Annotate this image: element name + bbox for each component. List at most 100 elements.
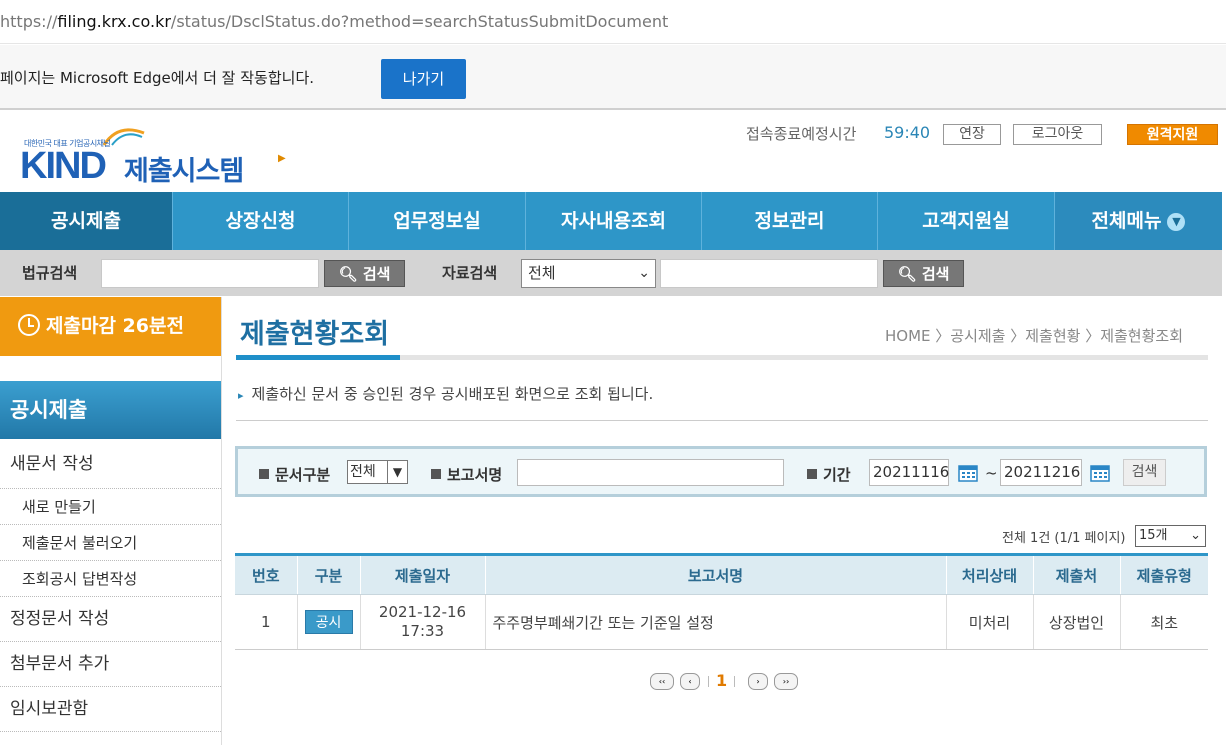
bullet-icon bbox=[431, 469, 441, 479]
data-search-select[interactable]: 전체 ⌄ bbox=[521, 259, 656, 288]
deadline-text: 제출마감 26분전 bbox=[46, 315, 184, 337]
title-underline-accent bbox=[236, 355, 400, 360]
results-table: 번호 구분 제출일자 보고서명 처리상태 제출처 제출유형 1 공시 2021-… bbox=[235, 553, 1208, 650]
prev-page-button[interactable]: ‹ bbox=[680, 673, 700, 690]
exit-button[interactable]: 나가기 bbox=[381, 59, 466, 99]
session-timer-label: 접속종료예정시간 bbox=[746, 125, 857, 143]
logo-arrow-icon: ▶ bbox=[278, 153, 286, 164]
chevron-down-icon: ▼ bbox=[387, 461, 407, 483]
deadline-banner: 제출마감 26분전 bbox=[0, 297, 221, 356]
breadcrumb: HOME 〉공시제출 〉제출현황 〉제출현황조회 bbox=[885, 327, 1184, 345]
cell-submit-type: 최초 bbox=[1119, 594, 1208, 650]
remote-support-button[interactable]: 원격지원 bbox=[1127, 124, 1218, 145]
sidebar-menu: 새문서 작성 새로 만들기 제출문서 불러오기 조회공시 답변작성 정정문서 작… bbox=[0, 440, 221, 732]
date-to-input[interactable]: 20211216 bbox=[1000, 459, 1082, 486]
data-search-input[interactable] bbox=[660, 259, 878, 288]
law-search-button-label: 검색 bbox=[362, 265, 391, 283]
next-page-button[interactable]: › bbox=[748, 673, 768, 690]
page-size-select[interactable]: 15개 ⌄ bbox=[1135, 525, 1206, 547]
chevron-down-icon: ⌄ bbox=[638, 265, 650, 281]
sidebar-item-inquiry-answer[interactable]: 조회공시 답변작성 bbox=[0, 561, 221, 597]
data-search-button-label: 검색 bbox=[921, 265, 950, 283]
notice-message: 제출하신 문서 중 승인된 경우 공시배포된 화면으로 조회 됩니다. bbox=[251, 385, 654, 403]
cell-no: 1 bbox=[235, 594, 297, 650]
report-name-input[interactable] bbox=[517, 459, 784, 486]
nav-item-customer-support[interactable]: 고객지원실 bbox=[878, 192, 1055, 250]
title-underline bbox=[236, 355, 1208, 360]
nav-item-disclosure[interactable]: 공시제출 bbox=[0, 192, 173, 250]
type-badge[interactable]: 공시 bbox=[304, 610, 353, 634]
search-bar: 법규검색 🔍︎ 검색 자료검색 전체 ⌄ 🔍︎ 검색 bbox=[0, 250, 1222, 296]
law-search-label: 법규검색 bbox=[22, 264, 78, 282]
divider bbox=[236, 420, 1208, 421]
sidebar-item-temp-storage[interactable]: 임시보관함 bbox=[0, 687, 221, 732]
filter-search-button[interactable]: 검색 bbox=[1123, 459, 1166, 486]
date-from-input[interactable]: 20211116 bbox=[869, 459, 949, 486]
header-destination: 제출처 bbox=[1032, 553, 1120, 595]
logout-button[interactable]: 로그아웃 bbox=[1013, 124, 1102, 145]
current-page[interactable]: 1 bbox=[716, 671, 727, 690]
info-bar-message: 페이지는 Microsoft Edge에서 더 잘 작동합니다. bbox=[0, 69, 315, 87]
law-search-input[interactable] bbox=[101, 259, 319, 288]
main-nav: 공시제출 상장신청 업무정보실 자사내용조회 정보관리 고객지원실 전체메뉴 ▼ bbox=[0, 192, 1222, 250]
chevron-down-icon: ⌄ bbox=[1190, 528, 1201, 543]
header-no: 번호 bbox=[235, 553, 297, 595]
header-date: 제출일자 bbox=[359, 553, 485, 595]
address-bar[interactable]: https://filing.krx.co.kr/status/DsclStat… bbox=[0, 0, 1226, 44]
header-status: 처리상태 bbox=[945, 553, 1033, 595]
arrow-icon: ▸ bbox=[238, 389, 244, 402]
sidebar-item-correction[interactable]: 정정문서 작성 bbox=[0, 597, 221, 642]
nav-item-listing[interactable]: 상장신청 bbox=[173, 192, 349, 250]
period-label-text: 기간 bbox=[823, 466, 851, 484]
nav-item-business-info[interactable]: 업무정보실 bbox=[349, 192, 526, 250]
nav-item-info-management[interactable]: 정보관리 bbox=[702, 192, 878, 250]
sidebar-divider bbox=[221, 297, 222, 745]
cell-report-name[interactable]: 주주명부폐쇄기간 또는 기준일 설정 bbox=[484, 594, 946, 650]
header-submit-type: 제출유형 bbox=[1119, 553, 1208, 595]
doc-type-select[interactable]: 전체 ▼ bbox=[347, 460, 408, 484]
table-header-row: 번호 구분 제출일자 보고서명 처리상태 제출처 제출유형 bbox=[235, 553, 1208, 595]
cell-date-time: 17:33 bbox=[400, 622, 445, 640]
sidebar-item-load-submitted[interactable]: 제출문서 불러오기 bbox=[0, 525, 221, 561]
clock-icon bbox=[18, 314, 40, 336]
sidebar-item-new-document[interactable]: 새문서 작성 bbox=[0, 440, 221, 489]
sidebar-title: 공시제출 bbox=[0, 381, 221, 439]
page-size-value: 15개 bbox=[1139, 528, 1168, 543]
header-report-name: 보고서명 bbox=[484, 553, 946, 595]
header-type: 구분 bbox=[296, 553, 360, 595]
bullet-icon bbox=[259, 469, 269, 479]
edge-info-bar: 페이지는 Microsoft Edge에서 더 잘 작동합니다. 나가기 bbox=[0, 45, 1226, 110]
calendar-icon[interactable] bbox=[1090, 463, 1110, 482]
all-menu-label: 전체메뉴 bbox=[1091, 210, 1162, 232]
page-title: 제출현황조회 bbox=[240, 319, 390, 350]
session-timer-value: 59:40 bbox=[884, 123, 931, 142]
url-text[interactable]: https://filing.krx.co.kr/status/DsclStat… bbox=[0, 12, 668, 31]
table-row[interactable]: 1 공시 2021-12-16 17:33 주주명부폐쇄기간 또는 기준일 설정 … bbox=[235, 594, 1208, 650]
logo-system: 제출시스템 bbox=[124, 156, 244, 187]
sidebar-item-create-new[interactable]: 새로 만들기 bbox=[0, 489, 221, 525]
data-search-label: 자료검색 bbox=[442, 264, 498, 282]
cell-type: 공시 bbox=[296, 594, 360, 650]
cell-destination: 상장법인 bbox=[1032, 594, 1120, 650]
data-search-select-value: 전체 bbox=[528, 264, 556, 282]
extend-session-button[interactable]: 연장 bbox=[943, 124, 1001, 145]
nav-item-company-lookup[interactable]: 자사내용조회 bbox=[526, 192, 702, 250]
doc-type-label: 문서구분 bbox=[259, 464, 330, 485]
pager-divider bbox=[708, 676, 709, 687]
doc-type-select-value: 전체 bbox=[350, 464, 376, 480]
report-name-label: 보고서명 bbox=[431, 464, 502, 485]
kind-logo[interactable]: 대한민국 대표 기업공시채널 KIND 제출시스템 ▶ bbox=[20, 125, 290, 187]
last-page-button[interactable]: ›› bbox=[774, 673, 798, 690]
search-icon: 🔍︎ bbox=[338, 265, 358, 283]
calendar-icon[interactable] bbox=[958, 463, 978, 482]
filter-panel: 문서구분 전체 ▼ 보고서명 기간 20211116 ~ 20211216 검색 bbox=[235, 446, 1207, 497]
bullet-icon bbox=[807, 469, 817, 479]
sidebar-item-attach[interactable]: 첨부문서 추가 bbox=[0, 642, 221, 687]
doc-type-label-text: 문서구분 bbox=[275, 466, 331, 484]
period-label: 기간 bbox=[807, 464, 851, 485]
nav-item-all-menu[interactable]: 전체메뉴 ▼ bbox=[1055, 192, 1222, 250]
law-search-button[interactable]: 🔍︎ 검색 bbox=[324, 260, 405, 287]
logo-kind: KIND bbox=[20, 145, 107, 187]
data-search-button[interactable]: 🔍︎ 검색 bbox=[883, 260, 964, 287]
first-page-button[interactable]: ‹‹ bbox=[650, 673, 674, 690]
